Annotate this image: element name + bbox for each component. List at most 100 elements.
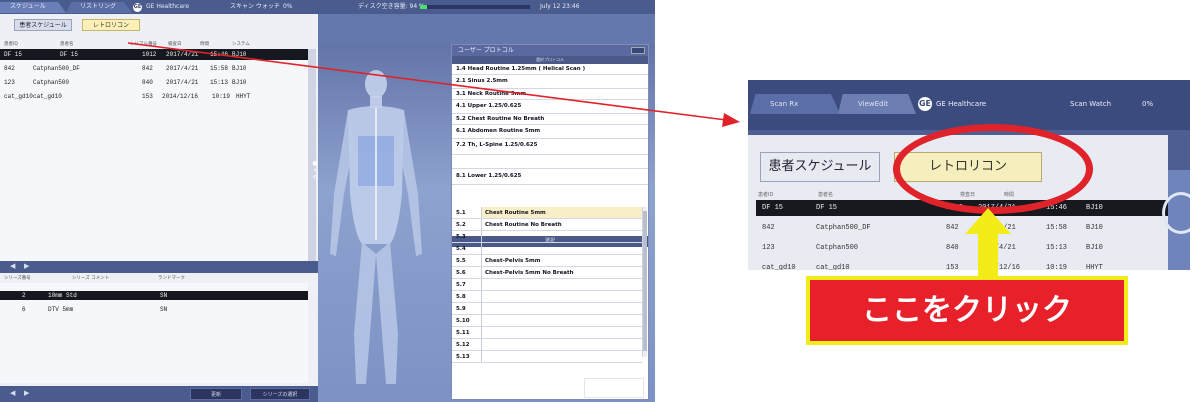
protocol-row[interactable]: 6.1 Abdomen Routine 5mm xyxy=(452,125,648,139)
sub-protocol-number: 5.7 xyxy=(456,282,466,288)
pointer-arrow-head xyxy=(722,113,740,127)
protocol-row-label: 8.1 Lower 1.25/0.625 xyxy=(456,173,522,179)
sub-protocol-name xyxy=(481,327,642,338)
sub-protocol-number: 5.6 xyxy=(456,270,466,276)
zoom-scan-label: Scan Watch xyxy=(1070,100,1112,108)
table-row[interactable]: cat_gd10 cat_gd10 153 2014/12/16 10:19 H… xyxy=(0,91,308,102)
sub-protocol-name xyxy=(481,279,642,290)
protocol-subheader: 選択プロトコル xyxy=(452,56,648,64)
sub-protocol-name xyxy=(481,351,642,362)
cell-system: BJ10 xyxy=(232,65,247,72)
sub-protocol-number: 5.1 xyxy=(456,210,466,216)
view-controls[interactable]: ● • ⟲ xyxy=(311,160,319,200)
next-series-icon[interactable]: ▶ xyxy=(24,389,29,397)
protocol-row[interactable] xyxy=(452,155,648,169)
tab-listing[interactable]: リストリング xyxy=(66,2,132,13)
protocol-row[interactable]: 1.4 Head Routine 1.25mm ( Helical Scan ) xyxy=(452,64,648,75)
ge-logo-icon: GE xyxy=(918,97,932,111)
cell-series-comment: DTV 5mm xyxy=(48,306,74,313)
protocol-row[interactable]: 2.1 Sinus 2.5mm xyxy=(452,75,648,89)
select-series-button[interactable]: シリーズの選択 xyxy=(250,388,310,400)
sub-protocol-row[interactable]: 5.13 xyxy=(452,351,642,363)
sub-protocol-row[interactable]: 5.3 xyxy=(452,231,642,243)
cell-exam: 842 xyxy=(142,65,153,72)
protocol-row[interactable]: 3.1 Neck Routine 5mm xyxy=(452,89,648,100)
sub-protocol-name: Chest Routine No Breath xyxy=(481,219,642,230)
cell-landmark: SN xyxy=(160,292,168,299)
scrollbar-thumb[interactable] xyxy=(643,211,647,351)
tab-schedule[interactable]: スケジュール xyxy=(0,2,66,13)
zoom-cell-time: 15:13 xyxy=(1046,244,1068,252)
ge-logo-icon: GE xyxy=(133,3,142,12)
patient-schedule-button[interactable]: 患者スケジュール xyxy=(14,19,72,31)
protocol-row-label: 6.1 Abdomen Routine 5mm xyxy=(456,128,541,134)
zoom-cell-exam: 842 xyxy=(946,224,959,232)
zoom-cell-time: 10:19 xyxy=(1046,264,1068,270)
sub-protocol-number: 5.3 xyxy=(456,234,466,240)
zoom-patient-schedule-button: 患者スケジュール xyxy=(760,152,880,182)
sub-protocol-scrollbar[interactable] xyxy=(642,207,647,357)
zoom-cell-system: HHYT xyxy=(1086,264,1103,270)
cell-system: HHYT xyxy=(236,93,251,100)
datetime-label: July 12 23:46 xyxy=(540,3,580,10)
sub-protocol-row[interactable]: 5.10 xyxy=(452,315,642,327)
sub-protocol-row[interactable]: 5.1 Chest Routine 5mm xyxy=(452,207,642,219)
series-row[interactable]: 6 DTV 5mm SN xyxy=(0,305,308,314)
cell-date: 2017/4/21 xyxy=(166,65,199,72)
zoom-cell-name: DF 15 xyxy=(816,204,838,212)
sub-protocol-name xyxy=(481,315,642,326)
protocol-row-label: 1.4 Head Routine 1.25mm ( Helical Scan ) xyxy=(456,66,586,72)
sub-protocol-row[interactable]: 5.2 Chest Routine No Breath xyxy=(452,219,642,231)
series-row[interactable]: 2 10mm Std SN xyxy=(0,291,308,300)
zoom-cell-exam: 840 xyxy=(946,244,959,252)
table-row[interactable]: DF 15 DF 15 1012 2017/4/21 15:46 BJ10 xyxy=(0,49,308,60)
zoom-tab-scan: Scan Rx xyxy=(750,94,840,114)
disk-usage-fill xyxy=(420,5,427,9)
sub-protocol-row[interactable]: 5.9 xyxy=(452,303,642,315)
scan-watch-label: スキャン ウォッチ xyxy=(230,3,280,10)
table-row[interactable]: 123 Catphan500 840 2017/4/21 15:13 BJ10 xyxy=(0,77,308,88)
cell-landmark: SN xyxy=(160,306,168,313)
sub-protocol-row[interactable]: 5.11 xyxy=(452,327,642,339)
patient-list: DF 15 DF 15 1012 2017/4/21 15:46 BJ10 84… xyxy=(0,49,308,274)
table-row[interactable]: 842 Catphan500_DF 842 2017/4/21 15:58 BJ… xyxy=(0,63,308,74)
prev-series-icon[interactable]: ◀ xyxy=(10,389,15,397)
cell-id: DF 15 xyxy=(4,51,23,58)
sub-protocol-number: 5.2 xyxy=(456,222,466,228)
series-list: 2 10mm Std SN 6 DTV 5mm SN xyxy=(0,283,308,383)
zoom-col-name: 患者名 xyxy=(818,192,834,198)
refresh-button[interactable]: 更新 xyxy=(190,388,242,400)
cell-name: cat_gd10 xyxy=(33,93,62,100)
col-patient-id: 患者ID xyxy=(4,42,18,47)
retro-recon-button[interactable]: レトロリコン xyxy=(82,19,140,31)
sub-protocol-row[interactable]: 5.5 Chest-Pelvis 5mm xyxy=(452,255,642,267)
click-here-callout: ここをクリック xyxy=(806,276,1128,345)
sub-protocol-row[interactable]: 5.8 xyxy=(452,291,642,303)
sub-protocol-row[interactable]: 5.6 Chest-Pelvis 5mm No Breath xyxy=(452,267,642,279)
protocol-row[interactable]: 8.1 Lower 1.25/0.625 xyxy=(452,169,648,185)
cell-system: BJ10 xyxy=(232,51,247,58)
protocol-row-label: 5.2 Chest Routine No Breath xyxy=(456,116,545,122)
disk-space-label: ディスク空き容量: 94 % xyxy=(358,3,425,10)
sub-protocol-number: 5.5 xyxy=(456,258,466,264)
col-series-comment: シリーズ コメント xyxy=(72,276,110,281)
sub-protocol-name: Chest Routine 5mm xyxy=(481,207,642,218)
cell-date: 2017/4/21 xyxy=(166,51,199,58)
col-patient-name: 患者名 xyxy=(60,42,74,47)
protocol-row-label: 7.2 Th, L-Spine 1.25/0.625 xyxy=(456,142,538,148)
sub-protocol-row[interactable]: 5.7 xyxy=(452,279,642,291)
cell-name: Catphan500_DF xyxy=(33,65,80,72)
protocol-row[interactable]: 4.1 Upper 1.25/0.625 xyxy=(452,100,648,114)
sub-protocol-row[interactable]: 5.12 xyxy=(452,339,642,351)
close-icon[interactable] xyxy=(631,47,645,54)
tab-schedule-label: スケジュール xyxy=(10,3,46,10)
sub-protocol-row[interactable]: 5.4 xyxy=(452,243,642,255)
zoom-col-id: 患者ID xyxy=(758,192,774,198)
sub-protocol-number: 5.9 xyxy=(456,306,466,312)
protocol-row[interactable]: 7.2 Th, L-Spine 1.25/0.625 xyxy=(452,139,648,155)
cell-id: cat_gd10 xyxy=(4,93,33,100)
protocol-row[interactable]: 5.2 Chest Routine No Breath xyxy=(452,114,648,125)
next-page-icon[interactable]: ▶ xyxy=(24,262,29,270)
protocol-row-label: 3.1 Neck Routine 5mm xyxy=(456,91,527,97)
prev-page-icon[interactable]: ◀ xyxy=(10,262,15,270)
